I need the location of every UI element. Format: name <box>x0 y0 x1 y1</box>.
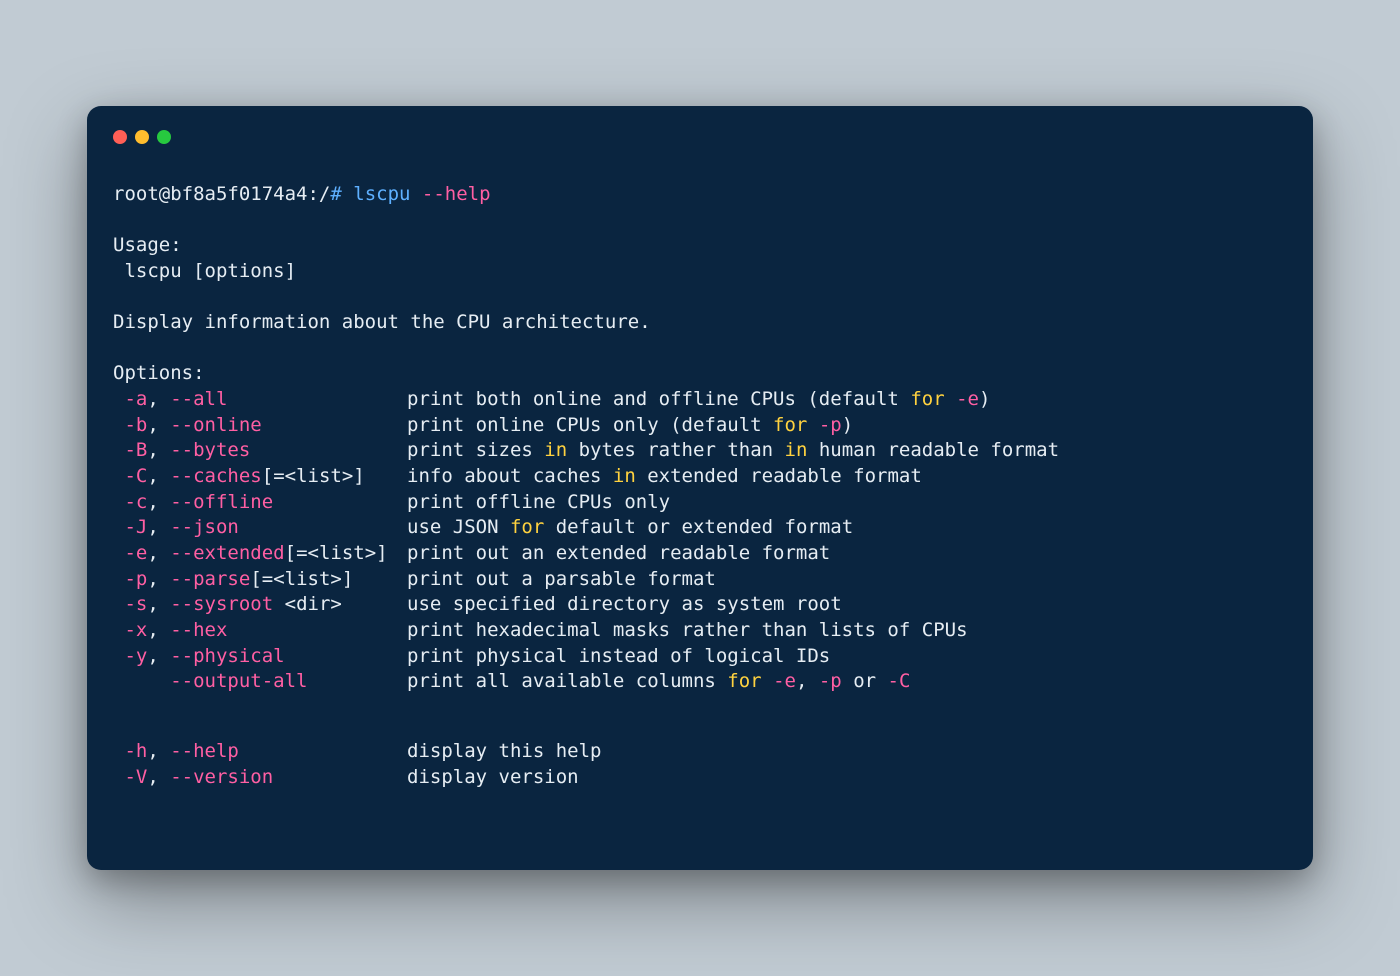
option-description: print offline CPUs only <box>407 491 670 513</box>
option-row: -B, --bytesprint sizes in bytes rather t… <box>113 438 1287 464</box>
option-description: display version <box>407 766 579 788</box>
option-flags: -b, --online <box>113 413 407 439</box>
option-flags: -e, --extended[=<list>] <box>113 541 407 567</box>
option-row: --output-all print all available columns … <box>113 669 1287 695</box>
option-flags: -y, --physical <box>113 644 407 670</box>
option-flags: -C, --caches[=<list>] <box>113 464 407 490</box>
option-short: -V <box>124 766 147 788</box>
option-row: -x, --hexprint hexadecimal masks rather … <box>113 618 1287 644</box>
option-description: print online CPUs only (default for -p) <box>407 414 853 436</box>
option-row: -h, --helpdisplay this help <box>113 739 1287 765</box>
option-row: -a, --allprint both online and offline C… <box>113 387 1287 413</box>
terminal-window: root@bf8a5f0174a4:/# lscpu --help Usage:… <box>87 106 1313 870</box>
option-short: -C <box>124 465 147 487</box>
option-short: -x <box>124 619 147 641</box>
option-long: --bytes <box>170 439 250 461</box>
option-flags: -a, --all <box>113 387 407 413</box>
option-short: -B <box>124 439 147 461</box>
option-description: print out an extended readable format <box>407 542 830 564</box>
option-flags: -c, --offline <box>113 490 407 516</box>
option-flags: -p, --parse[=<list>] <box>113 567 407 593</box>
option-flags: --output-all <box>113 669 407 695</box>
option-short: -y <box>124 645 147 667</box>
option-row: -J, --jsonuse JSON for default or extend… <box>113 515 1287 541</box>
option-description: display this help <box>407 740 601 762</box>
option-long: --offline <box>170 491 273 513</box>
option-long: --physical <box>170 645 284 667</box>
description-line: Display information about the CPU archit… <box>113 311 651 333</box>
option-row: -c, --offlineprint offline CPUs only <box>113 490 1287 516</box>
option-long: --online <box>170 414 262 436</box>
option-short: -p <box>124 568 147 590</box>
options-header: Options: <box>113 362 205 384</box>
option-long: --version <box>170 766 273 788</box>
option-short: -a <box>124 388 147 410</box>
option-flags: -J, --json <box>113 515 407 541</box>
option-row: -s, --sysroot <dir>use specified directo… <box>113 592 1287 618</box>
command-name: lscpu <box>353 183 410 205</box>
option-long: --parse <box>170 568 250 590</box>
option-description: info about caches in extended readable f… <box>407 465 922 487</box>
option-arg: [=<list>] <box>262 465 365 487</box>
maximize-icon[interactable] <box>157 130 171 144</box>
minimize-icon[interactable] <box>135 130 149 144</box>
usage-line: lscpu [options] <box>113 260 296 282</box>
option-short: -J <box>124 516 147 538</box>
option-short: -c <box>124 491 147 513</box>
option-long: --output-all <box>170 670 307 692</box>
option-description: print out a parsable format <box>407 568 716 590</box>
shell-prompt: root@bf8a5f0174a4:/ <box>113 183 330 205</box>
window-controls <box>113 130 1287 144</box>
usage-header: Usage: <box>113 234 182 256</box>
option-flags: -s, --sysroot <dir> <box>113 592 407 618</box>
option-long: --all <box>170 388 227 410</box>
option-row: -e, --extended[=<list>]print out an exte… <box>113 541 1287 567</box>
option-long: --extended <box>170 542 284 564</box>
option-description: use JSON for default or extended format <box>407 516 853 538</box>
option-long: --caches <box>170 465 262 487</box>
command-flag: --help <box>422 183 491 205</box>
option-arg: [=<list>] <box>285 542 388 564</box>
option-description: print sizes in bytes rather than in huma… <box>407 439 1059 461</box>
option-short: -h <box>124 740 147 762</box>
prompt-hash: # <box>330 183 341 205</box>
option-arg: <dir> <box>273 593 342 615</box>
option-flags: -V, --version <box>113 765 407 791</box>
option-flags: -B, --bytes <box>113 438 407 464</box>
option-long: --hex <box>170 619 227 641</box>
option-flags: -h, --help <box>113 739 407 765</box>
option-short: -b <box>124 414 147 436</box>
option-short: -e <box>124 542 147 564</box>
option-description: print both online and offline CPUs (defa… <box>407 388 990 410</box>
option-flags: -x, --hex <box>113 618 407 644</box>
option-row: -C, --caches[=<list>]info about caches i… <box>113 464 1287 490</box>
options-list: -a, --allprint both online and offline C… <box>113 387 1287 695</box>
option-row: -p, --parse[=<list>]print out a parsable… <box>113 567 1287 593</box>
option-row: -y, --physicalprint physical instead of … <box>113 644 1287 670</box>
terminal-content[interactable]: root@bf8a5f0174a4:/# lscpu --help Usage:… <box>113 182 1287 791</box>
option-description: print all available columns for -e, -p o… <box>407 670 910 692</box>
option-long: --json <box>170 516 239 538</box>
options-list-secondary: -h, --helpdisplay this help -V, --versio… <box>113 739 1287 790</box>
option-long: --help <box>170 740 239 762</box>
option-row: -V, --versiondisplay version <box>113 765 1287 791</box>
option-description: print hexadecimal masks rather than list… <box>407 619 968 641</box>
option-long: --sysroot <box>170 593 273 615</box>
option-description: print physical instead of logical IDs <box>407 645 830 667</box>
option-description: use specified directory as system root <box>407 593 842 615</box>
option-row: -b, --onlineprint online CPUs only (defa… <box>113 413 1287 439</box>
option-arg: [=<list>] <box>250 568 353 590</box>
option-short: -s <box>124 593 147 615</box>
close-icon[interactable] <box>113 130 127 144</box>
